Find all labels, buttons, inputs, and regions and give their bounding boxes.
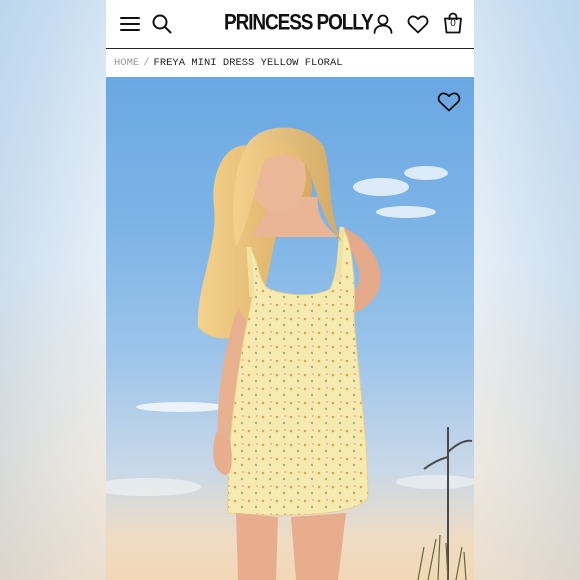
heart-outline-icon[interactable] bbox=[436, 89, 462, 113]
bag-count-badge: 0 bbox=[450, 18, 456, 29]
search-icon[interactable] bbox=[150, 12, 174, 36]
product-image[interactable] bbox=[106, 77, 474, 580]
site-header: PRINCESS POLLY 0 bbox=[106, 0, 474, 49]
user-icon[interactable] bbox=[371, 12, 395, 36]
product-photo-illustration bbox=[106, 127, 474, 580]
legs bbox=[236, 513, 346, 580]
breadcrumb-current: FREYA MINI DRESS YELLOW FLORAL bbox=[153, 57, 343, 69]
breadcrumb-separator: / bbox=[143, 57, 150, 69]
grass bbox=[417, 534, 467, 580]
breadcrumb-home-link[interactable]: HOME bbox=[114, 57, 139, 69]
hamburger-menu-icon[interactable] bbox=[118, 12, 142, 36]
heart-icon[interactable] bbox=[406, 12, 430, 36]
product-page: PRINCESS POLLY 0 HOME / FREYA MINI DRESS Y… bbox=[106, 0, 474, 580]
breadcrumb: HOME / FREYA MINI DRESS YELLOW FLORAL bbox=[114, 57, 343, 69]
brand-logo[interactable]: PRINCESS POLLY bbox=[224, 11, 374, 36]
